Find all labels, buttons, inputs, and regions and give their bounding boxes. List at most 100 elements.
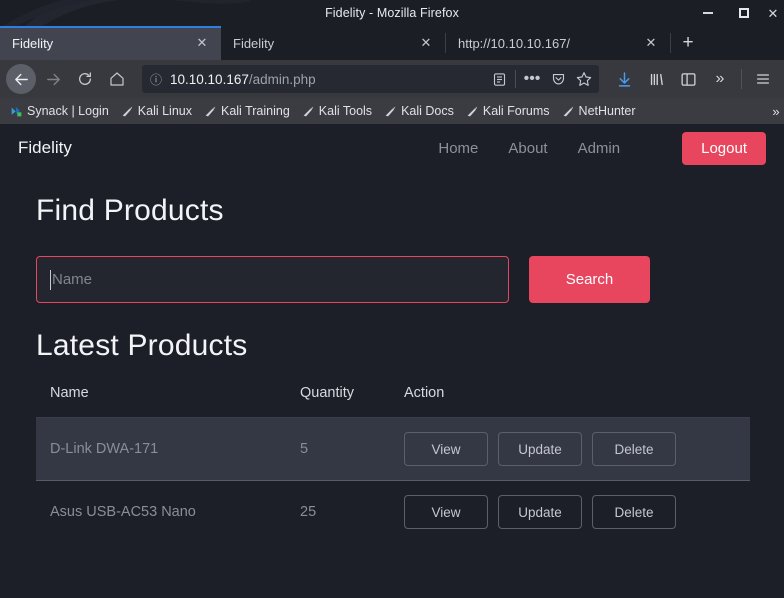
sidebar-button[interactable] — [673, 64, 703, 94]
maximize-button[interactable] — [726, 0, 762, 26]
bookmark-label: Kali Linux — [137, 104, 192, 118]
tab-close-icon[interactable]: ✕ — [191, 32, 213, 54]
nav-link-home[interactable]: Home — [438, 140, 478, 157]
cell-product-quantity: 5 — [286, 417, 390, 481]
bookmark-synack[interactable]: Synack | Login — [4, 104, 115, 118]
reload-icon — [79, 72, 91, 85]
update-button[interactable]: Update — [498, 495, 582, 529]
find-products-heading: Find Products — [36, 194, 224, 227]
search-input[interactable]: Name — [36, 256, 509, 303]
reload-button[interactable] — [70, 64, 100, 94]
view-button[interactable]: View — [404, 432, 488, 466]
app-menu-button[interactable] — [748, 64, 778, 94]
download-arrow-icon — [618, 71, 630, 87]
library-button[interactable] — [641, 64, 671, 94]
page-actions-button[interactable]: ••• — [519, 66, 545, 92]
table-header-row: Name Quantity Action — [36, 385, 750, 418]
action-buttons: View Update Delete — [404, 495, 750, 529]
view-button[interactable]: View — [404, 495, 488, 529]
minimize-button[interactable] — [690, 0, 726, 26]
bookmark-label: Synack | Login — [27, 104, 109, 118]
library-icon — [650, 73, 663, 85]
nav-link-admin[interactable]: Admin — [578, 140, 621, 157]
tab-ip-address[interactable]: http://10.10.10.167/ ✕ — [446, 26, 670, 60]
info-circle-icon[interactable]: ⓘ — [150, 71, 162, 88]
cell-product-name: D-Link DWA-171 — [36, 417, 286, 481]
star-icon — [576, 72, 592, 86]
bookmark-kali-linux[interactable]: Kali Linux — [115, 104, 198, 118]
back-arrow-icon — [14, 73, 28, 85]
new-tab-button[interactable]: + — [671, 26, 705, 60]
bookmark-kali-docs[interactable]: Kali Docs — [378, 104, 460, 118]
tab-fidelity-active[interactable]: Fidelity ✕ — [0, 26, 221, 60]
maximize-icon — [739, 8, 749, 18]
forward-button[interactable] — [38, 64, 68, 94]
bookmark-button[interactable] — [571, 66, 597, 92]
close-icon: ✕ — [767, 5, 779, 21]
close-button[interactable]: ✕ — [762, 0, 784, 26]
column-header-name: Name — [36, 385, 286, 418]
pocket-button[interactable] — [545, 66, 571, 92]
update-button[interactable]: Update — [498, 432, 582, 466]
table-row[interactable]: D-Link DWA-171 5 View Update Delete — [36, 417, 750, 481]
tab-close-icon[interactable]: ✕ — [415, 32, 437, 54]
nav-link-about[interactable]: About — [508, 140, 547, 157]
url-input[interactable]: 10.10.10.167/admin.php — [170, 72, 486, 87]
delete-button[interactable]: Delete — [592, 432, 676, 466]
tab-close-icon[interactable]: ✕ — [640, 32, 662, 54]
cell-product-actions: View Update Delete — [390, 481, 750, 544]
column-header-action: Action — [390, 385, 750, 418]
reader-view-button[interactable] — [486, 66, 512, 92]
bookmark-kali-training[interactable]: Kali Training — [198, 104, 296, 118]
search-button[interactable]: Search — [529, 256, 650, 303]
bookmark-kali-tools[interactable]: Kali Tools — [296, 104, 378, 118]
tab-fidelity-second[interactable]: Fidelity ✕ — [221, 26, 445, 60]
cell-product-name: Asus USB-AC53 Nano — [50, 504, 196, 520]
table-row[interactable]: Asus USB-AC53 Nano 25 View Update Delete — [36, 481, 750, 544]
site-brand[interactable]: Fidelity — [18, 138, 72, 158]
tab-title: http://10.10.10.167/ — [458, 35, 571, 51]
tab-title: Fidelity — [12, 35, 54, 51]
hamburger-menu-icon — [757, 74, 769, 84]
bookmarks-overflow-button[interactable]: » — [768, 98, 784, 124]
site-navbar: Fidelity Home About Admin Logout — [0, 124, 784, 172]
forward-arrow-icon — [46, 73, 60, 85]
url-host: 10.10.10.167 — [170, 71, 249, 87]
kali-dragon-icon — [303, 106, 314, 116]
toolbar-overflow-button[interactable]: » — [705, 64, 735, 94]
downloads-button[interactable] — [609, 64, 639, 94]
latest-products-heading: Latest Products — [36, 329, 248, 362]
page-content: Fidelity Home About Admin Logout Find Pr… — [0, 124, 784, 594]
sidebar-icon — [680, 72, 696, 86]
home-button[interactable] — [102, 64, 132, 94]
cell-product-actions: View Update Delete — [390, 417, 750, 481]
search-row: Name Search — [36, 256, 748, 303]
window-controls: ✕ — [690, 0, 784, 26]
url-bar[interactable]: ⓘ 10.10.10.167/admin.php ••• — [142, 65, 599, 93]
back-button[interactable] — [6, 64, 36, 94]
bookmark-label: Kali Docs — [401, 104, 454, 118]
delete-button[interactable]: Delete — [592, 495, 676, 529]
bookmarks-bar: Synack | Login Kali Linux Kali Training … — [0, 98, 784, 124]
kali-dragon-icon — [122, 106, 133, 116]
reader-view-icon — [493, 72, 505, 86]
bookmark-label: Kali Forums — [482, 104, 550, 118]
pocket-icon — [552, 73, 564, 84]
tab-strip: Fidelity ✕ Fidelity ✕ http://10.10.10.16… — [0, 26, 784, 60]
url-path: /admin.php — [248, 71, 316, 87]
url-divider — [515, 70, 516, 88]
bookmark-nethunter[interactable]: NetHunter — [556, 104, 642, 118]
products-table: Name Quantity Action D-Link DWA-171 5 Vi… — [36, 385, 750, 543]
bookmark-kali-forums[interactable]: Kali Forums — [460, 104, 556, 118]
kali-dragon-icon — [467, 106, 478, 116]
toolbar-divider — [741, 69, 742, 89]
action-buttons: View Update Delete — [404, 432, 750, 466]
bookmark-label: Kali Training — [220, 104, 290, 118]
home-icon — [110, 72, 124, 86]
page-container: Find Products Name Search Latest Product… — [0, 194, 784, 543]
window-title: Fidelity - Mozilla Firefox — [325, 6, 459, 20]
text-caret — [50, 269, 51, 290]
window-title-bar: Fidelity - Mozilla Firefox ✕ — [0, 0, 784, 26]
kali-dragon-icon — [205, 106, 216, 116]
logout-button[interactable]: Logout — [682, 131, 766, 165]
